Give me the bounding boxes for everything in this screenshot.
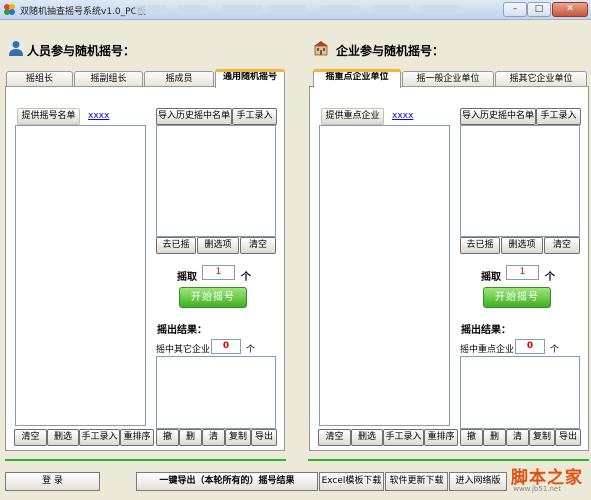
enterprise-list[interactable]	[319, 125, 450, 426]
clear-button[interactable]: 清空	[318, 429, 351, 446]
tab-key-enterprise[interactable]: 摇重点企业单位	[313, 69, 401, 88]
tab-other-enterprise[interactable]: 摇其它企业单位	[495, 71, 587, 87]
result-list[interactable]	[156, 356, 276, 429]
clear-result-button[interactable]: 清	[506, 429, 529, 446]
window-title: 双随机抽查摇号系统v1.0_PC板	[20, 7, 146, 17]
manual-input-button[interactable]: 手工录入	[536, 108, 581, 125]
building-icon	[314, 41, 328, 56]
hit-count: 0	[515, 339, 545, 354]
blurred-tab	[372, 5, 410, 14]
clear-history-button[interactable]: 清空	[544, 237, 580, 254]
undo-button[interactable]: 撤	[460, 429, 483, 446]
excel-template-button[interactable]: Excel模板下载	[319, 472, 384, 491]
close-button[interactable]: ✕	[552, 2, 588, 17]
clear-history-button[interactable]: 清空	[240, 237, 276, 254]
draw-label: 摇取	[177, 272, 197, 283]
list-header: 提供重点企业	[321, 108, 384, 125]
hit-label: 摇中重点企业	[460, 345, 515, 355]
copy-button[interactable]: 复制	[225, 429, 251, 446]
sample-link[interactable]: xxxx	[88, 111, 109, 121]
person-icon	[9, 41, 23, 56]
unit-label: 个	[241, 272, 251, 283]
blurred-tab	[135, 5, 167, 14]
clear-result-button[interactable]: 清	[202, 429, 225, 446]
delete-selected-button[interactable]: 删选项	[501, 237, 543, 254]
blurred-tab	[420, 5, 460, 14]
reorder-button[interactable]: 重排序	[424, 429, 458, 446]
manual-input-button[interactable]: 手工录入	[232, 108, 277, 125]
draw-count-input[interactable]: 1	[506, 265, 539, 280]
candidate-list[interactable]	[15, 125, 146, 426]
unit-label: 个	[545, 272, 555, 283]
section-title-enterprise: 企业参与随机摇号：	[336, 44, 445, 58]
draw-label: 摇取	[481, 272, 501, 283]
hit-count: 0	[211, 339, 241, 354]
copy-button[interactable]: 复制	[529, 429, 555, 446]
title-bar: 双随机抽查摇号系统v1.0_PC板 – □ ✕	[0, 0, 591, 20]
undo-button[interactable]: 撤	[156, 429, 179, 446]
export-all-button[interactable]: 一键导出（本轮所有的）摇号结果	[136, 472, 318, 491]
unit-label: 个	[550, 345, 560, 355]
blurred-tab	[222, 5, 262, 14]
clear-button[interactable]: 清空	[14, 429, 47, 446]
history-list[interactable]	[156, 125, 276, 237]
tab-general-draw[interactable]: 通用随机摇号	[215, 69, 285, 88]
blurred-tab	[320, 5, 360, 14]
network-version-button[interactable]: 进入网络版	[449, 472, 507, 491]
blurred-tab	[178, 5, 208, 14]
start-draw-button[interactable]: 开始摇号	[483, 287, 551, 308]
draw-count-input[interactable]: 1	[202, 265, 235, 280]
delete-result-button[interactable]: 删	[179, 429, 202, 446]
blurred-tab	[268, 5, 306, 14]
login-button[interactable]: 登 录	[5, 472, 100, 491]
app-icon	[4, 4, 15, 15]
sample-link[interactable]: xxxx	[392, 111, 413, 121]
section-title-people: 人员参与随机摇号：	[27, 44, 136, 58]
list-header: 提供摇号名单	[17, 108, 80, 125]
result-label: 摇出结果：	[157, 325, 207, 336]
tab-general-enterprise[interactable]: 摇一般企业单位	[402, 71, 494, 87]
minimize-button[interactable]: –	[503, 2, 527, 17]
hit-label: 摇中其它企业	[156, 345, 211, 355]
manual-entry-button[interactable]: 手工录入	[383, 429, 424, 446]
maximize-button[interactable]: □	[527, 2, 551, 17]
delete-result-button[interactable]: 删	[483, 429, 506, 446]
start-draw-button[interactable]: 开始摇号	[179, 287, 247, 308]
unit-label: 个	[246, 345, 256, 355]
watermark-url: www.jb51.net	[513, 485, 561, 493]
remove-drawn-button[interactable]: 去已摇	[156, 237, 196, 254]
left-panel: 提供摇号名单 xxxx 导入历史摇中名单 手工录入 去已摇 删选项 清空 摇取 …	[5, 86, 285, 451]
delete-selected-list-button[interactable]: 删选	[351, 429, 383, 446]
remove-drawn-button[interactable]: 去已摇	[460, 237, 500, 254]
delete-selected-button[interactable]: 删选项	[197, 237, 239, 254]
reorder-button[interactable]: 重排序	[120, 429, 154, 446]
software-update-button[interactable]: 软件更新下载	[385, 472, 448, 491]
result-label: 摇出结果：	[461, 325, 511, 336]
separator-line	[5, 459, 286, 461]
export-button[interactable]: 导出	[555, 429, 581, 446]
separator-line	[308, 459, 589, 461]
tab-member[interactable]: 摇成员	[144, 71, 214, 87]
tab-deputy-leader[interactable]: 摇副组长	[74, 71, 143, 87]
export-button[interactable]: 导出	[251, 429, 277, 446]
delete-selected-list-button[interactable]: 删选	[47, 429, 79, 446]
result-list[interactable]	[460, 356, 580, 429]
manual-entry-button[interactable]: 手工录入	[79, 429, 120, 446]
right-panel: 提供重点企业 xxxx 导入历史摇中名单 手工录入 去已摇 删选项 清空 摇取 …	[309, 86, 589, 451]
tab-group-leader[interactable]: 摇组长	[6, 71, 73, 87]
import-history-button[interactable]: 导入历史摇中名单	[460, 108, 536, 125]
import-history-button[interactable]: 导入历史摇中名单	[156, 108, 232, 125]
history-list[interactable]	[460, 125, 580, 237]
